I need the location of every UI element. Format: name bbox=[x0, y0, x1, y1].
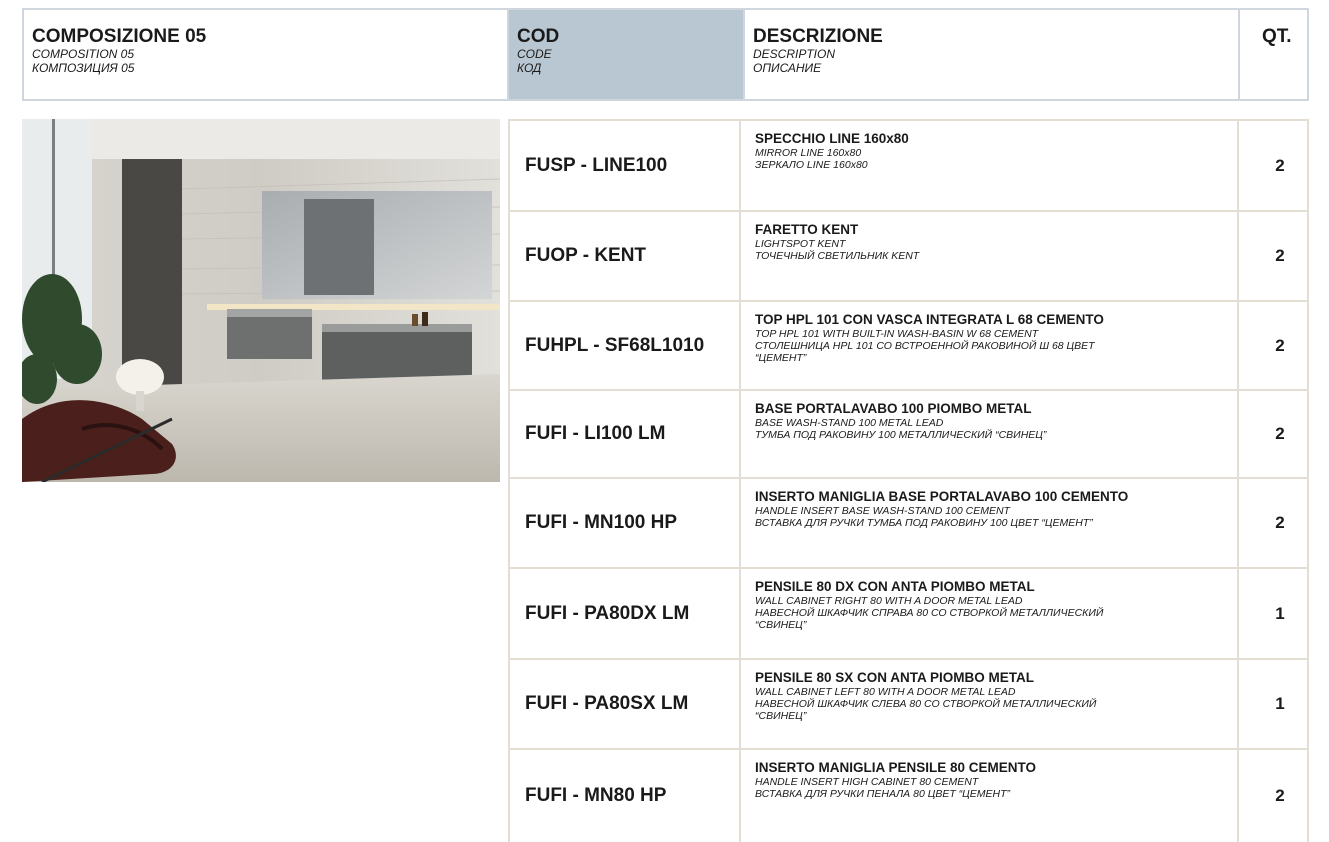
item-title: INSERTO MANIGLIA PENSILE 80 CEMENTO bbox=[755, 760, 1037, 775]
item-title: PENSILE 80 DX CON ANTA PIOMBO METAL bbox=[755, 579, 1035, 594]
item-code: FUFI - MN100 HP bbox=[508, 479, 741, 567]
item-desc-line: MIRROR LINE 160x80 bbox=[755, 147, 862, 159]
composition-title-ru: КОМПОЗИЦИЯ 05 bbox=[32, 61, 135, 75]
table-row: FUFI - MN100 HP INSERTO MANIGLIA BASE PO… bbox=[508, 477, 1309, 567]
table-row: FUSP - LINE100 SPECCHIO LINE 160x80 MIRR… bbox=[508, 119, 1309, 210]
composition-title: COMPOSIZIONE 05 bbox=[32, 26, 207, 47]
qty-header-title: QT. bbox=[1262, 26, 1292, 47]
item-description: INSERTO MANIGLIA PENSILE 80 CEMENTO HAND… bbox=[741, 750, 1239, 842]
item-qty: 2 bbox=[1239, 391, 1309, 477]
table-row: FUFI - PA80DX LM PENSILE 80 DX CON ANTA … bbox=[508, 567, 1309, 658]
item-desc-line: ВСТАВКА ДЛЯ РУЧКИ ТУМБА ПОД РАКОВИНУ 100… bbox=[755, 517, 1093, 529]
item-desc-line: СТОЛЕШНИЦА HPL 101 СО ВСТРОЕННОЙ РАКОВИН… bbox=[755, 340, 1095, 352]
item-desc-line: ТОЧЕЧНЫЙ СВЕТИЛЬНИК KENT bbox=[755, 250, 920, 262]
item-description: FARETTO KENT LIGHTSPOT KENT ТОЧЕЧНЫЙ СВЕ… bbox=[741, 212, 1239, 300]
item-title: TOP HPL 101 CON VASCA INTEGRATA L 68 CEM… bbox=[755, 312, 1104, 327]
item-qty: 2 bbox=[1239, 212, 1309, 300]
item-code: FUFI - MN80 HP bbox=[508, 750, 741, 842]
table-row: FUOP - KENT FARETTO KENT LIGHTSPOT KENT … bbox=[508, 210, 1309, 300]
item-description: PENSILE 80 SX CON ANTA PIOMBO METAL WALL… bbox=[741, 660, 1239, 748]
item-qty: 2 bbox=[1239, 750, 1309, 842]
item-title: FARETTO KENT bbox=[755, 222, 859, 237]
item-desc-line: LIGHTSPOT KENT bbox=[755, 238, 846, 250]
item-code: FUHPL - SF68L1010 bbox=[508, 302, 741, 389]
item-desc-line: HANDLE INSERT BASE WASH-STAND 100 CEMENT bbox=[755, 505, 1010, 517]
code-header: COD CODE КОД bbox=[509, 10, 745, 99]
item-desc-line: “СВИНЕЦ” bbox=[755, 710, 807, 722]
code-header-ru: КОД bbox=[517, 61, 542, 75]
item-qty: 1 bbox=[1239, 660, 1309, 748]
item-title: PENSILE 80 SX CON ANTA PIOMBO METAL bbox=[755, 670, 1035, 685]
composition-header: COMPOSIZIONE 05 COMPOSITION 05 КОМПОЗИЦИ… bbox=[24, 10, 509, 99]
item-code: FUSP - LINE100 bbox=[508, 121, 741, 210]
description-header-en: DESCRIPTION bbox=[753, 47, 836, 61]
item-desc-line: WALL CABINET RIGHT 80 WITH A DOOR METAL … bbox=[755, 595, 1023, 607]
item-desc-line: НАВЕСНОЙ ШКАФЧИК СПРАВА 80 СО СТВОРКОЙ М… bbox=[755, 607, 1104, 619]
item-desc-line: HANDLE INSERT HIGH CABINET 80 CEMENT bbox=[755, 776, 979, 788]
item-desc-line: НАВЕСНОЙ ШКАФЧИК СЛЕВА 80 СО СТВОРКОЙ МЕ… bbox=[755, 698, 1097, 710]
table-row: FUFI - PA80SX LM PENSILE 80 SX CON ANTA … bbox=[508, 658, 1309, 748]
item-code: FUFI - PA80SX LM bbox=[508, 660, 741, 748]
item-qty: 1 bbox=[1239, 569, 1309, 658]
item-desc-line: ТУМБА ПОД РАКОВИНУ 100 МЕТАЛЛИЧЕСКИЙ “СВ… bbox=[755, 429, 1047, 441]
code-header-en: CODE bbox=[517, 47, 552, 61]
table-row: FUFI - MN80 HP INSERTO MANIGLIA PENSILE … bbox=[508, 748, 1309, 842]
item-description: BASE PORTALAVABO 100 PIOMBO METAL BASE W… bbox=[741, 391, 1239, 477]
item-desc-line: “ЦЕМЕНТ” bbox=[755, 352, 807, 364]
item-description: SPECCHIO LINE 160x80 MIRROR LINE 160x80 … bbox=[741, 121, 1239, 210]
item-description: INSERTO MANIGLIA BASE PORTALAVABO 100 CE… bbox=[741, 479, 1239, 567]
bathroom-composition-photo bbox=[22, 119, 500, 482]
item-title: INSERTO MANIGLIA BASE PORTALAVABO 100 CE… bbox=[755, 489, 1129, 504]
code-header-title: COD bbox=[517, 26, 560, 47]
composition-title-en: COMPOSITION 05 bbox=[32, 47, 135, 61]
item-title: SPECCHIO LINE 160x80 bbox=[755, 131, 909, 146]
item-qty: 2 bbox=[1239, 302, 1309, 389]
items-table: FUSP - LINE100 SPECCHIO LINE 160x80 MIRR… bbox=[508, 119, 1309, 842]
qty-header: QT. bbox=[1240, 10, 1307, 99]
table-row: FUHPL - SF68L1010 TOP HPL 101 CON VASCA … bbox=[508, 300, 1309, 389]
item-qty: 2 bbox=[1239, 121, 1309, 210]
table-row: FUFI - LI100 LM BASE PORTALAVABO 100 PIO… bbox=[508, 389, 1309, 477]
item-code: FUOP - KENT bbox=[508, 212, 741, 300]
description-header: DESCRIZIONE DESCRIPTION ОПИСАНИЕ bbox=[745, 10, 1240, 99]
item-description: PENSILE 80 DX CON ANTA PIOMBO METAL WALL… bbox=[741, 569, 1239, 658]
item-desc-line: TOP HPL 101 WITH BUILT-IN WASH-BASIN W 6… bbox=[755, 328, 1039, 340]
item-desc-line: BASE WASH-STAND 100 METAL LEAD bbox=[755, 417, 944, 429]
item-desc-line: WALL CABINET LEFT 80 WITH A DOOR METAL L… bbox=[755, 686, 1016, 698]
description-header-ru: ОПИСАНИЕ bbox=[753, 61, 822, 75]
description-header-title: DESCRIZIONE bbox=[753, 26, 883, 47]
item-desc-line: “СВИНЕЦ” bbox=[755, 619, 807, 631]
item-code: FUFI - LI100 LM bbox=[508, 391, 741, 477]
item-title: BASE PORTALAVABO 100 PIOMBO METAL bbox=[755, 401, 1032, 416]
item-code: FUFI - PA80DX LM bbox=[508, 569, 741, 658]
item-description: TOP HPL 101 CON VASCA INTEGRATA L 68 CEM… bbox=[741, 302, 1239, 389]
table-header: COMPOSIZIONE 05 COMPOSITION 05 КОМПОЗИЦИ… bbox=[22, 8, 1309, 101]
item-desc-line: ЗЕРКАЛО LINE 160x80 bbox=[755, 159, 868, 171]
item-qty: 2 bbox=[1239, 479, 1309, 567]
item-desc-line: ВСТАВКА ДЛЯ РУЧКИ ПЕНАЛА 80 ЦВЕТ “ЦЕМЕНТ… bbox=[755, 788, 1011, 800]
